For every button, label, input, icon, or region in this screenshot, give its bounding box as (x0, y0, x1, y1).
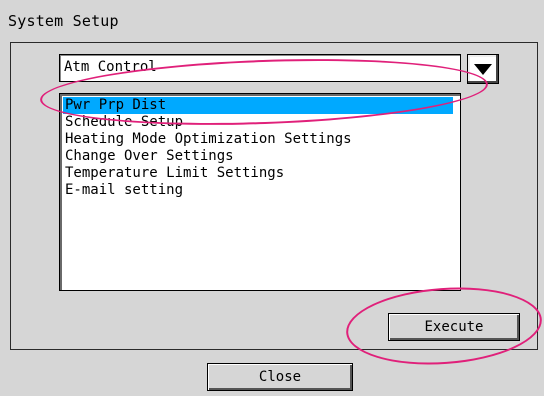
dropdown-toggle-button[interactable] (467, 54, 499, 84)
list-item[interactable]: E-mail setting (63, 182, 183, 199)
execute-button[interactable]: Execute (388, 313, 520, 341)
list-item[interactable]: Change Over Settings (63, 148, 234, 165)
category-dropdown[interactable]: Atm Control (59, 54, 461, 82)
chevron-down-icon (474, 64, 492, 75)
setup-listbox[interactable]: Pwr Prp Dist Schedule Setup Heating Mode… (59, 93, 461, 291)
dropdown-selected-value: Atm Control (64, 59, 157, 75)
list-item[interactable]: Schedule Setup (63, 114, 183, 131)
list-item[interactable]: Pwr Prp Dist (63, 97, 453, 114)
list-item[interactable]: Temperature Limit Settings (63, 165, 284, 182)
list-item[interactable]: Heating Mode Optimization Settings (63, 131, 352, 148)
close-button[interactable]: Close (207, 363, 353, 391)
window-title: System Setup (8, 12, 119, 30)
